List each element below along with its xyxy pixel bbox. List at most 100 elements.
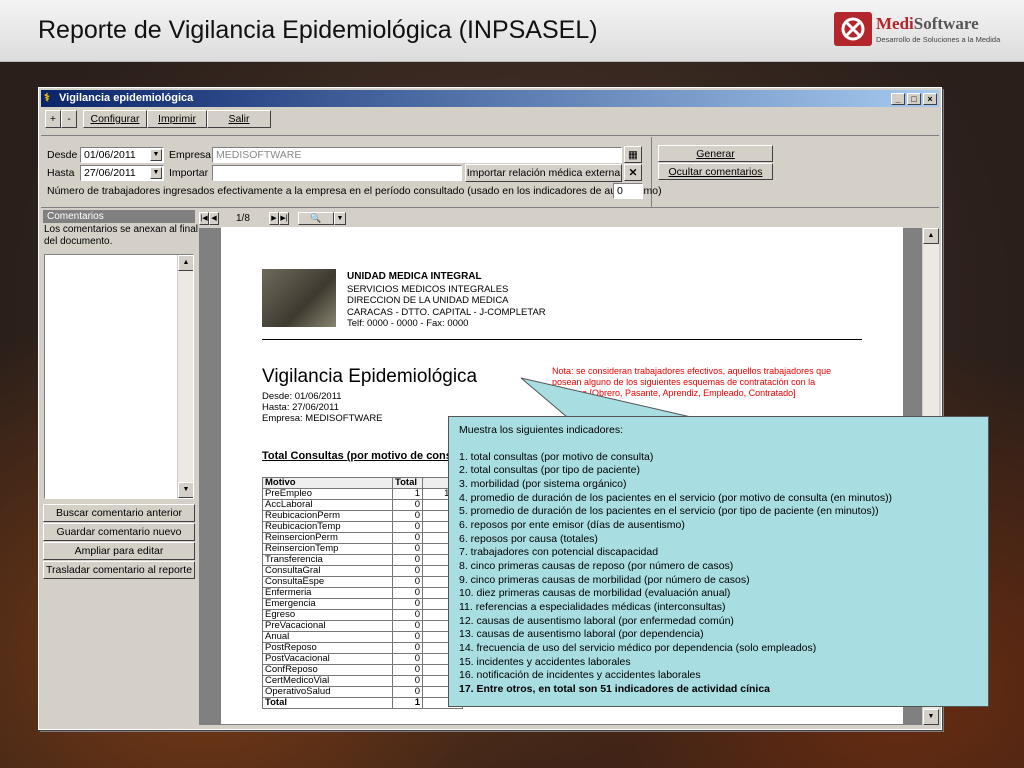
table-row: Total11 — [262, 697, 463, 709]
comentario-textarea[interactable]: ▲ ▼ — [44, 254, 194, 499]
callout-item: 8. cinco primeras causas de reposo (por … — [459, 559, 734, 572]
salir-button[interactable]: Salir — [207, 110, 271, 128]
last-page-icon[interactable]: ▶| — [279, 212, 289, 225]
table-row: Emergencia00 — [262, 598, 463, 610]
comentario-scrollbar[interactable]: ▲ ▼ — [177, 255, 193, 498]
table-cell: 0 — [392, 532, 423, 544]
maximize-button[interactable]: □ — [907, 93, 921, 105]
trabajadores-label: Número de trabajadores ingresados efecti… — [47, 185, 662, 197]
table-row: ReinsercionPerm00 — [262, 532, 463, 544]
callout-pointer — [520, 377, 692, 418]
table-cell: 0 — [392, 598, 423, 610]
scroll-up-icon[interactable]: ▲ — [178, 255, 193, 271]
table-cell: 0 — [392, 521, 423, 533]
report-section-title: Total Consultas (por motivo de consulta) — [262, 450, 476, 462]
collapse-button[interactable]: - — [61, 110, 77, 128]
minimize-button[interactable]: _ — [891, 93, 905, 105]
table-row: AccLaboral00 — [262, 499, 463, 511]
grid-icon[interactable]: ▦ — [624, 146, 642, 163]
table-row: ConsultaGral00 — [262, 565, 463, 577]
table-cell: 0 — [392, 664, 423, 676]
table-cell: PostReposo — [262, 642, 393, 654]
scroll-up-icon[interactable]: ▲ — [923, 228, 939, 244]
trabajadores-field[interactable]: 0 — [613, 183, 643, 199]
prev-page-icon[interactable]: ◀ — [209, 212, 219, 225]
ampliar-editar-button[interactable]: Ampliar para editar — [43, 542, 195, 560]
callout-item: 14. frecuencia de uso del servicio médic… — [459, 641, 817, 654]
imprimir-button[interactable]: Imprimir — [147, 110, 207, 128]
close-window-button[interactable]: × — [923, 93, 937, 105]
importar-relacion-button[interactable]: Importar relación médica externa — [465, 164, 622, 182]
table-cell: ConfReposo — [262, 664, 393, 676]
table-row: Egreso00 — [262, 609, 463, 621]
table-cell: Egreso — [262, 609, 393, 621]
report-hasta: Hasta: 27/06/2011 — [262, 402, 339, 413]
desde-label: Desde — [47, 149, 78, 161]
callout-item: 9. cinco primeras causas de morbilidad (… — [459, 573, 750, 586]
table-row: OperativoSalud00 — [262, 686, 463, 698]
callout-item: 1. total consultas (por motivo de consul… — [459, 450, 654, 463]
window-titlebar[interactable]: ⚕ Vigilancia epidemiológica _ □ × — [41, 90, 939, 107]
callout-item: 13. causas de ausentismo laboral (por de… — [459, 628, 704, 641]
table-cell: 0 — [392, 675, 423, 687]
callout-item: 16. notificación de incidentes y acciden… — [459, 669, 701, 682]
table-row: PreVacacional00 — [262, 620, 463, 632]
configurar-button[interactable]: Configurar — [83, 110, 147, 128]
slide-title: Reporte de Vigilancia Epidemiológica (IN… — [38, 16, 598, 44]
hasta-date-field[interactable]: 27/06/2011 ▼ — [80, 165, 164, 181]
next-page-icon[interactable]: ▶ — [269, 212, 279, 225]
table-cell: ReinsercionTemp — [262, 543, 393, 555]
table-row: PreEmpleo1100 — [262, 488, 463, 500]
importar-label: Importar — [169, 167, 209, 179]
zoom-dropdown-icon[interactable]: ▼ — [334, 212, 346, 225]
empresa-field[interactable]: MEDISOFTWARE — [212, 147, 622, 163]
table-cell: Emergencia — [262, 598, 393, 610]
table-cell: 0 — [392, 686, 423, 698]
chevron-down-icon[interactable]: ▼ — [150, 167, 162, 179]
table-row: Transferencia00 — [262, 554, 463, 566]
callout-item: 7. trabajadores con potencial discapacid… — [459, 546, 659, 559]
report-title: Vigilancia Epidemiológica — [262, 366, 478, 387]
table-row: CertMedicoVial00 — [262, 675, 463, 687]
table-cell: ReubicacionPerm — [262, 510, 393, 522]
chevron-down-icon[interactable]: ▼ — [150, 149, 162, 161]
desde-date-field[interactable]: 01/06/2011 ▼ — [80, 147, 164, 163]
callout-item: 4. promedio de duración de los pacientes… — [459, 491, 893, 504]
generar-button[interactable]: Generar — [658, 145, 773, 162]
buscar-comentario-button[interactable]: Buscar comentario anterior — [43, 504, 195, 522]
comentarios-panel-title: Comentarios — [43, 210, 195, 223]
table-cell: 0 — [392, 510, 423, 522]
first-page-icon[interactable]: |◀ — [199, 212, 209, 225]
scroll-down-icon[interactable]: ▼ — [178, 482, 193, 498]
logo-mark-icon — [834, 12, 872, 46]
guardar-comentario-button[interactable]: Guardar comentario nuevo — [43, 523, 195, 541]
table-cell: AccLaboral — [262, 499, 393, 511]
logo-tagline: Desarrollo de Soluciones a la Medida — [876, 35, 1001, 44]
callout-heading: Muestra los siguientes indicadores: — [459, 424, 624, 436]
table-row: ReinsercionTemp00 — [262, 543, 463, 555]
zoom-icon[interactable]: 🔍 — [298, 212, 334, 225]
table-cell: 1 — [392, 697, 423, 709]
expand-button[interactable]: + — [45, 110, 61, 128]
logo-name: MediSoftware — [876, 14, 979, 33]
report-org-line: CARACAS - DTTO. CAPITAL - J-COMPLETAR — [347, 307, 546, 318]
callout-item: 10. diez primeras causas de morbilidad (… — [459, 587, 731, 600]
table-cell: 0 — [392, 499, 423, 511]
report-note: Nota: se consideran trabajadores efectiv… — [552, 366, 832, 376]
scroll-down-icon[interactable]: ▼ — [923, 709, 939, 725]
table-cell: Total — [262, 697, 393, 709]
table-row: ReubicacionPerm00 — [262, 510, 463, 522]
clear-icon[interactable]: ✕ — [624, 164, 642, 181]
table-row: ConsultaEspe00 — [262, 576, 463, 588]
toolbar-divider — [41, 135, 939, 136]
table-cell: 0 — [392, 543, 423, 555]
callout-item: 6. reposos por ente emisor (días de ause… — [459, 518, 685, 531]
table-cell: 0 — [392, 565, 423, 577]
table-cell: ConsultaEspe — [262, 576, 393, 588]
trasladar-comentario-button[interactable]: Trasladar comentario al reporte — [43, 561, 195, 579]
table-row: PostVacacional00 — [262, 653, 463, 665]
ocultar-comentarios-button[interactable]: Ocultar comentarios — [658, 163, 773, 180]
importar-field[interactable] — [212, 165, 462, 181]
app-icon: ⚕ — [44, 92, 50, 104]
report-desde: Desde: 01/06/2011 — [262, 391, 342, 402]
